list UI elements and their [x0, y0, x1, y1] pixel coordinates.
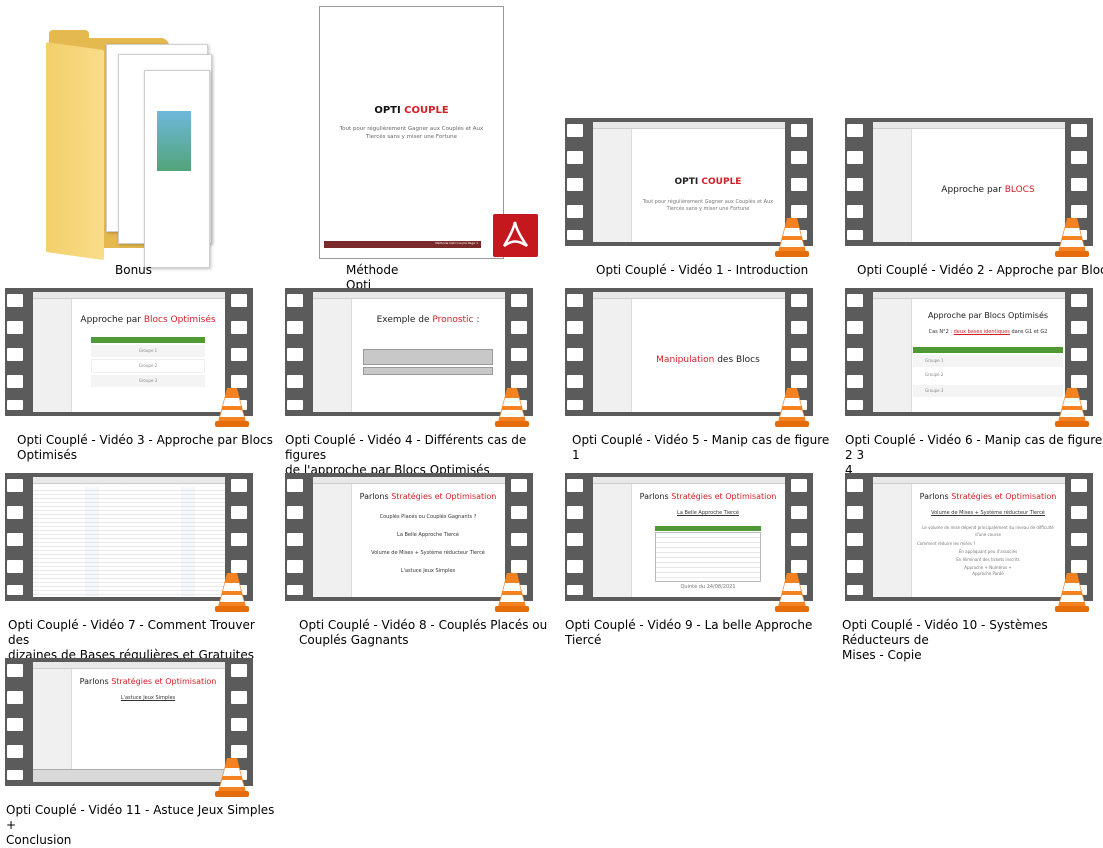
item-label: Bonus	[115, 263, 153, 277]
item-label: Opti Couplé - Vidéo 7 - Comment Trouver …	[8, 618, 255, 662]
pdf-subtitle: Tout pour régulièrement Gagner aux Coupl…	[339, 126, 484, 140]
slide-line: L'astuce Jeux Simples	[400, 568, 456, 574]
slide-title: Approche par Blocs Optimisés	[927, 311, 1049, 320]
item-label: Opti Couplé - Vidéo 9 - La belle Approch…	[565, 618, 813, 647]
slide-subtitle: Tout pour régulièrement Gagner aux Coupl…	[642, 199, 774, 212]
slide-title-part2: Blocs Optimisés	[143, 315, 216, 325]
slide-line: La Belle Approche Tiercé	[397, 532, 459, 538]
slide-subtitle: L'astuce Jeux Simples	[120, 695, 176, 701]
vlc-cone-icon	[775, 573, 809, 612]
slide-title-part2: des Blocs	[714, 355, 760, 365]
vlc-cone-icon	[775, 388, 809, 427]
slide-title-part1: Parlons	[639, 492, 672, 501]
slide-title-part2: Pronostic	[432, 315, 474, 325]
item-label: Opti Couplé - Vidéo 3 - Approche par Blo…	[17, 433, 273, 462]
slide-line: Volume de Mises + Système réducteur Tier…	[371, 550, 485, 556]
item-label: Opti Couplé - Vidéo 5 - Manip cas de fig…	[572, 433, 830, 462]
slide-footer: Quinté du 24/08/2021	[680, 584, 736, 590]
slide-title-part2: Stratégies et Optimisation	[671, 492, 777, 501]
slide-sub-part2: deux bases identiques	[953, 329, 1010, 335]
item-label: Opti Couplé - Vidéo 10 - Systèmes Réduct…	[842, 618, 1048, 662]
slide-line: En éliminant des tickets inscrits	[956, 557, 1020, 562]
slide-title-part3: :	[473, 315, 480, 325]
item-label: Opti Couplé - Vidéo 6 - Manip cas de fig…	[845, 433, 1103, 477]
slide-title-part2: Stratégies et Optimisation	[111, 677, 217, 686]
slide-title-part1: OPTI	[674, 177, 702, 187]
vlc-cone-icon	[495, 388, 529, 427]
vlc-cone-icon	[215, 388, 249, 427]
slide-title-part2: Stratégies et Optimisation	[391, 492, 497, 501]
slide-sub-part1: Cas N°2 :	[928, 329, 954, 335]
slide-title-part1: Approche par	[80, 315, 144, 325]
pdf-title-part1: OPTI	[374, 105, 405, 116]
slide-line: Comment réduire les mises ?	[917, 541, 976, 546]
item-label: Opti Couplé - Vidéo 8 - Couplés Placés o…	[299, 618, 548, 647]
slide-line: Approche Pardé	[972, 571, 1004, 576]
slide-row: Groupe 3	[913, 385, 1063, 397]
folder-bonus[interactable]: Bonus	[0, 0, 270, 280]
slide-line: Le volume de mise dépend principalement …	[922, 525, 1054, 537]
slide-title-part2: COUPLE	[701, 177, 742, 187]
slide-title-part1: Manipulation	[656, 355, 715, 365]
vlc-cone-icon	[1055, 573, 1089, 612]
slide-row: Groupe 3	[91, 375, 205, 387]
item-label: Opti Couplé - Vidéo 11 - Astuce Jeux Sim…	[6, 803, 275, 847]
slide-line: Couplés Placés ou Couplés Gagnants ?	[379, 514, 477, 520]
slide-sub-part3: dans G1 et G2	[1009, 329, 1048, 335]
slide-title-part2: Stratégies et Optimisation	[951, 492, 1057, 501]
pdf-page-preview: OPTI COUPLE Tout pour régulièrement Gagn…	[319, 6, 504, 259]
slide-subtitle: Volume de Mises + Système réducteur Tier…	[931, 510, 1045, 516]
folder-icon	[46, 30, 224, 268]
acrobat-icon	[493, 214, 538, 257]
slide-line: En appliquant peu d'associés	[958, 549, 1018, 554]
slide-title-part1: Parlons	[79, 677, 112, 686]
slide-title-part1: Approche par	[941, 185, 1005, 195]
item-label: Opti Couplé - Vidéo 4 - Différents cas d…	[285, 433, 527, 477]
slide-title-part1: Parlons	[359, 492, 392, 501]
vlc-cone-icon	[775, 218, 809, 257]
vlc-cone-icon	[495, 573, 529, 612]
vlc-cone-icon	[215, 758, 249, 797]
slide-row: Groupe 1	[913, 355, 1063, 367]
slide-subtitle: La Belle Approche Tiercé	[677, 510, 739, 516]
item-label: Opti Couplé - Vidéo 2 - Approche par Blo…	[857, 263, 1103, 277]
item-label: Opti Couplé - Vidéo 1 - Introduction	[596, 263, 809, 277]
slide-title-part1: Exemple de	[376, 315, 433, 325]
slide-title-part2: BLOCS	[1004, 185, 1035, 195]
slide-row: Groupe 2	[925, 372, 944, 377]
slide-row: Groupe 2	[91, 359, 205, 373]
slide-row: Groupe 1	[91, 345, 205, 357]
vlc-cone-icon	[1055, 388, 1089, 427]
vlc-cone-icon	[1055, 218, 1089, 257]
pdf-footer: Méthode Opti Couplé Page 1	[324, 241, 481, 248]
vlc-cone-icon	[215, 573, 249, 612]
slide-title-part1: Parlons	[919, 492, 952, 501]
pdf-title-part2: COUPLE	[404, 105, 449, 116]
